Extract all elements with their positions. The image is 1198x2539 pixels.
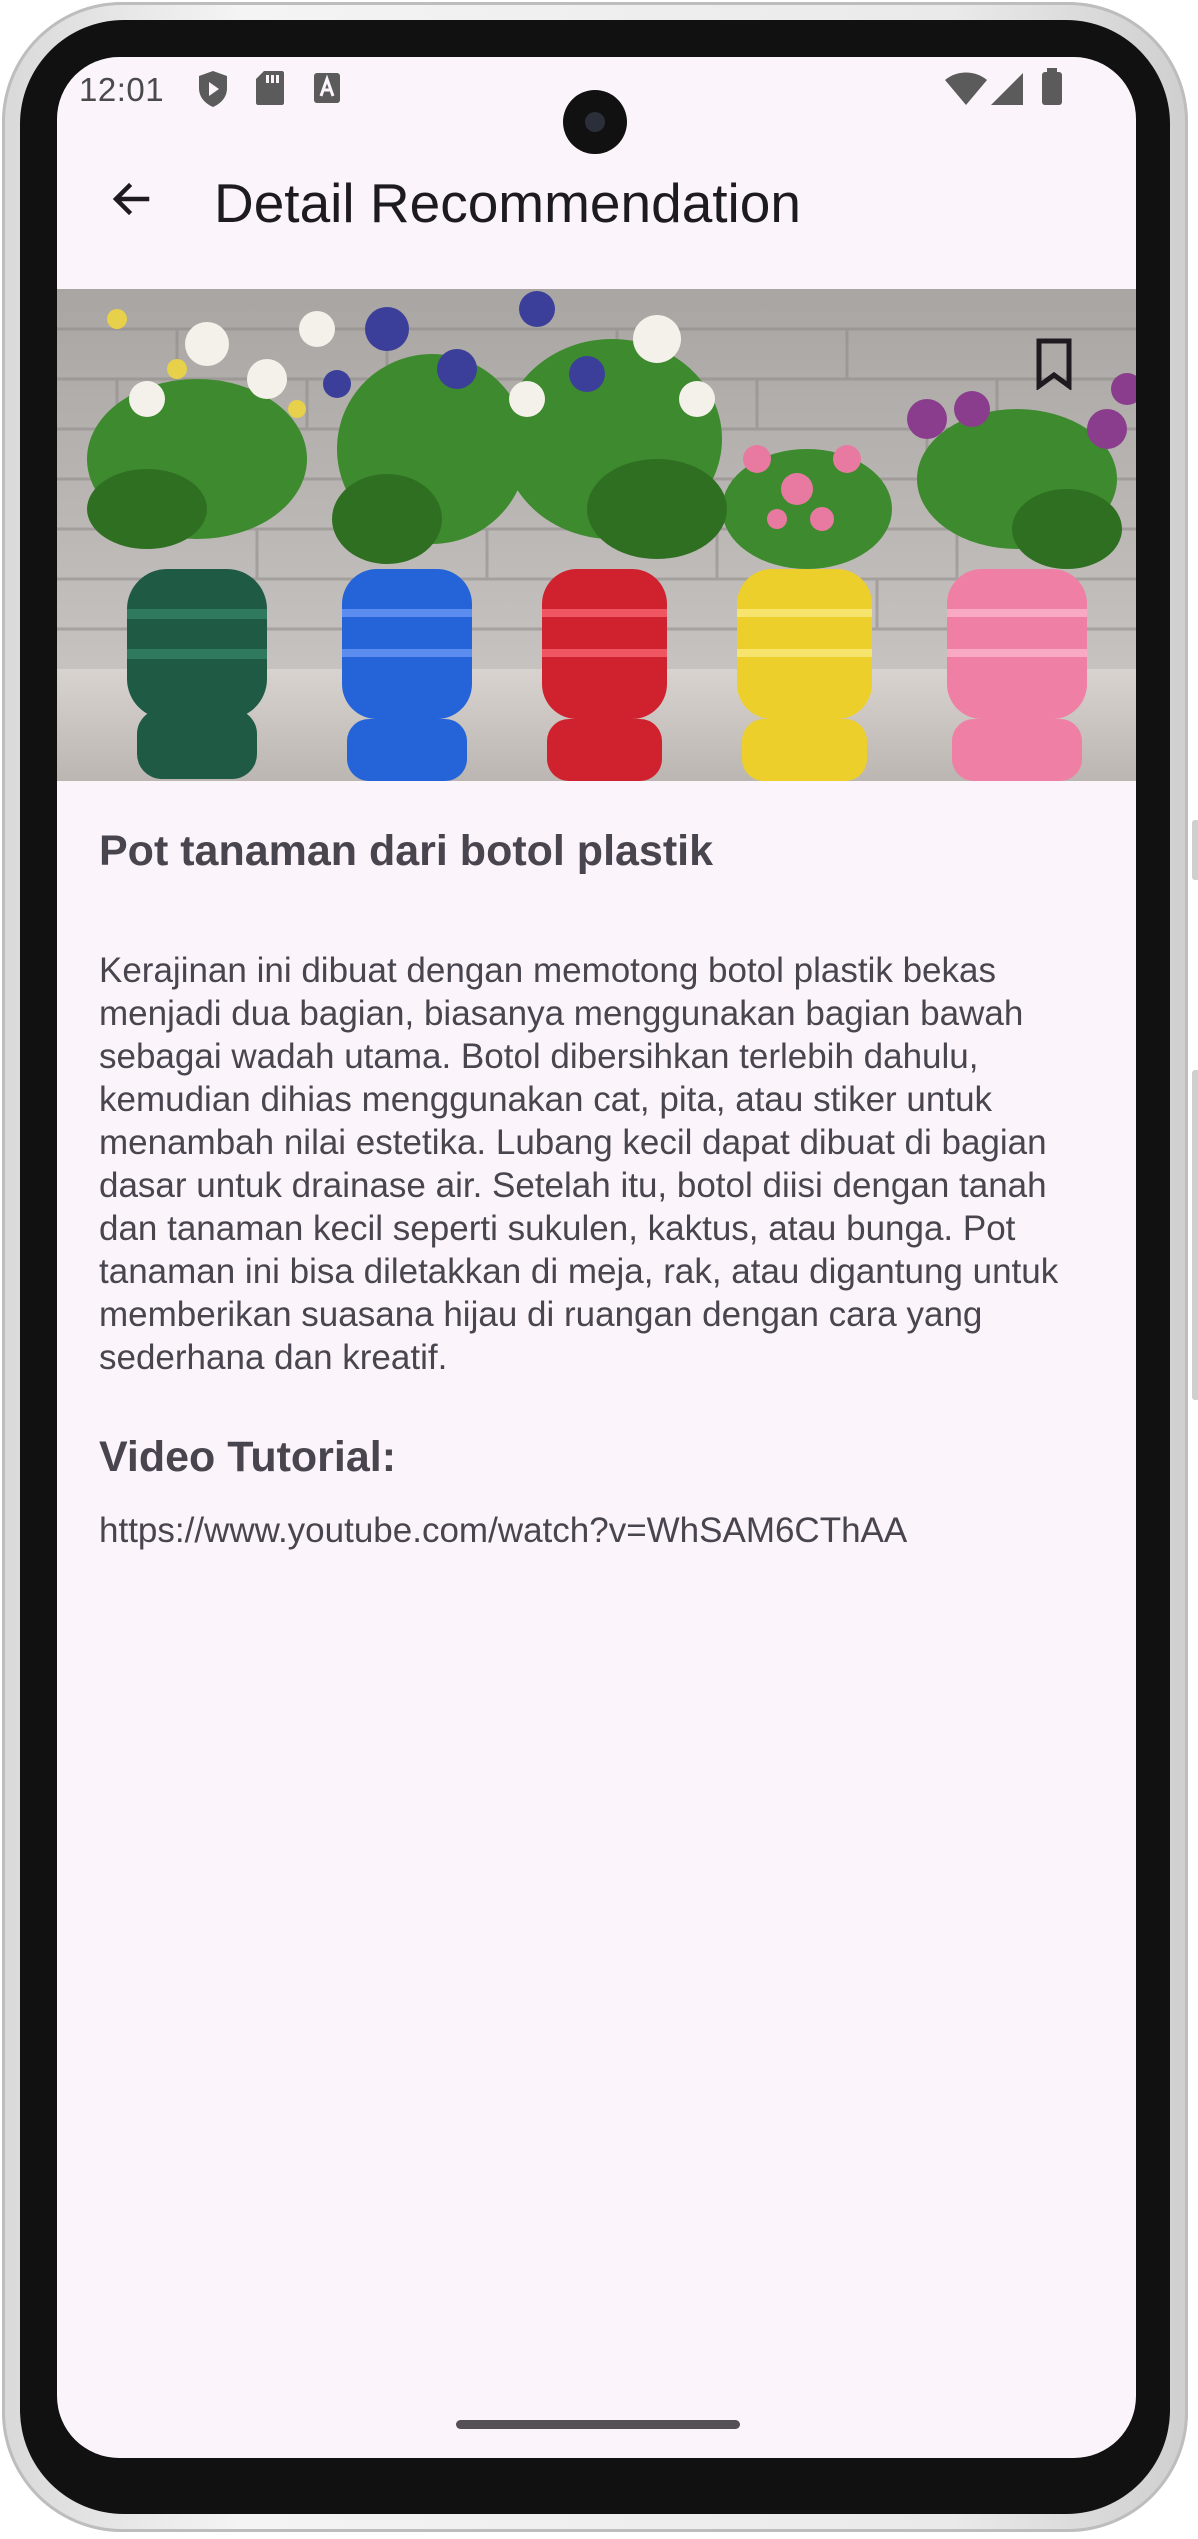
bookmark-outline-icon (1036, 338, 1072, 390)
craft-title: Pot tanaman dari botol plastik (99, 827, 714, 875)
shield-play-icon (196, 69, 230, 114)
arrow-back-icon (112, 182, 150, 216)
video-tutorial-heading: Video Tutorial: (99, 1433, 397, 1481)
keyboard-a-icon (312, 69, 342, 112)
back-button[interactable] (95, 163, 167, 235)
page-title: Detail Recommendation (214, 172, 801, 234)
pot-blue (342, 569, 472, 781)
phone-device: 12:01 Detail Recommendation Pot tanaman … (0, 0, 1198, 2539)
top-app-bar: Detail Recommendation (57, 127, 1136, 277)
cellular-signal-icon (990, 71, 1024, 112)
video-tutorial-link[interactable]: https://www.youtube.com/watch?v=WhSAM6CT… (99, 1507, 1099, 1555)
pot-red (542, 569, 667, 781)
bookmark-button[interactable] (1019, 329, 1089, 399)
pot-pink (947, 569, 1087, 781)
detail-content: Pot tanaman dari botol plastik Kerajinan… (99, 821, 1099, 1555)
plastic-bottle-planters-photo (57, 289, 1136, 781)
screen: 12:01 Detail Recommendation Pot tanaman … (57, 57, 1136, 2458)
battery-icon (1040, 67, 1064, 112)
pot-green (127, 569, 267, 779)
wifi-icon (944, 71, 988, 112)
volume-button (1192, 1070, 1198, 1400)
status-time: 12:01 (79, 71, 165, 108)
pot-yellow (737, 569, 872, 781)
recommendation-image (57, 289, 1136, 781)
home-indicator[interactable] (456, 2420, 740, 2429)
sd-card-icon (255, 69, 285, 112)
craft-description: Kerajinan ini dibuat dengan memotong bot… (99, 951, 1059, 1377)
power-button (1192, 820, 1198, 880)
